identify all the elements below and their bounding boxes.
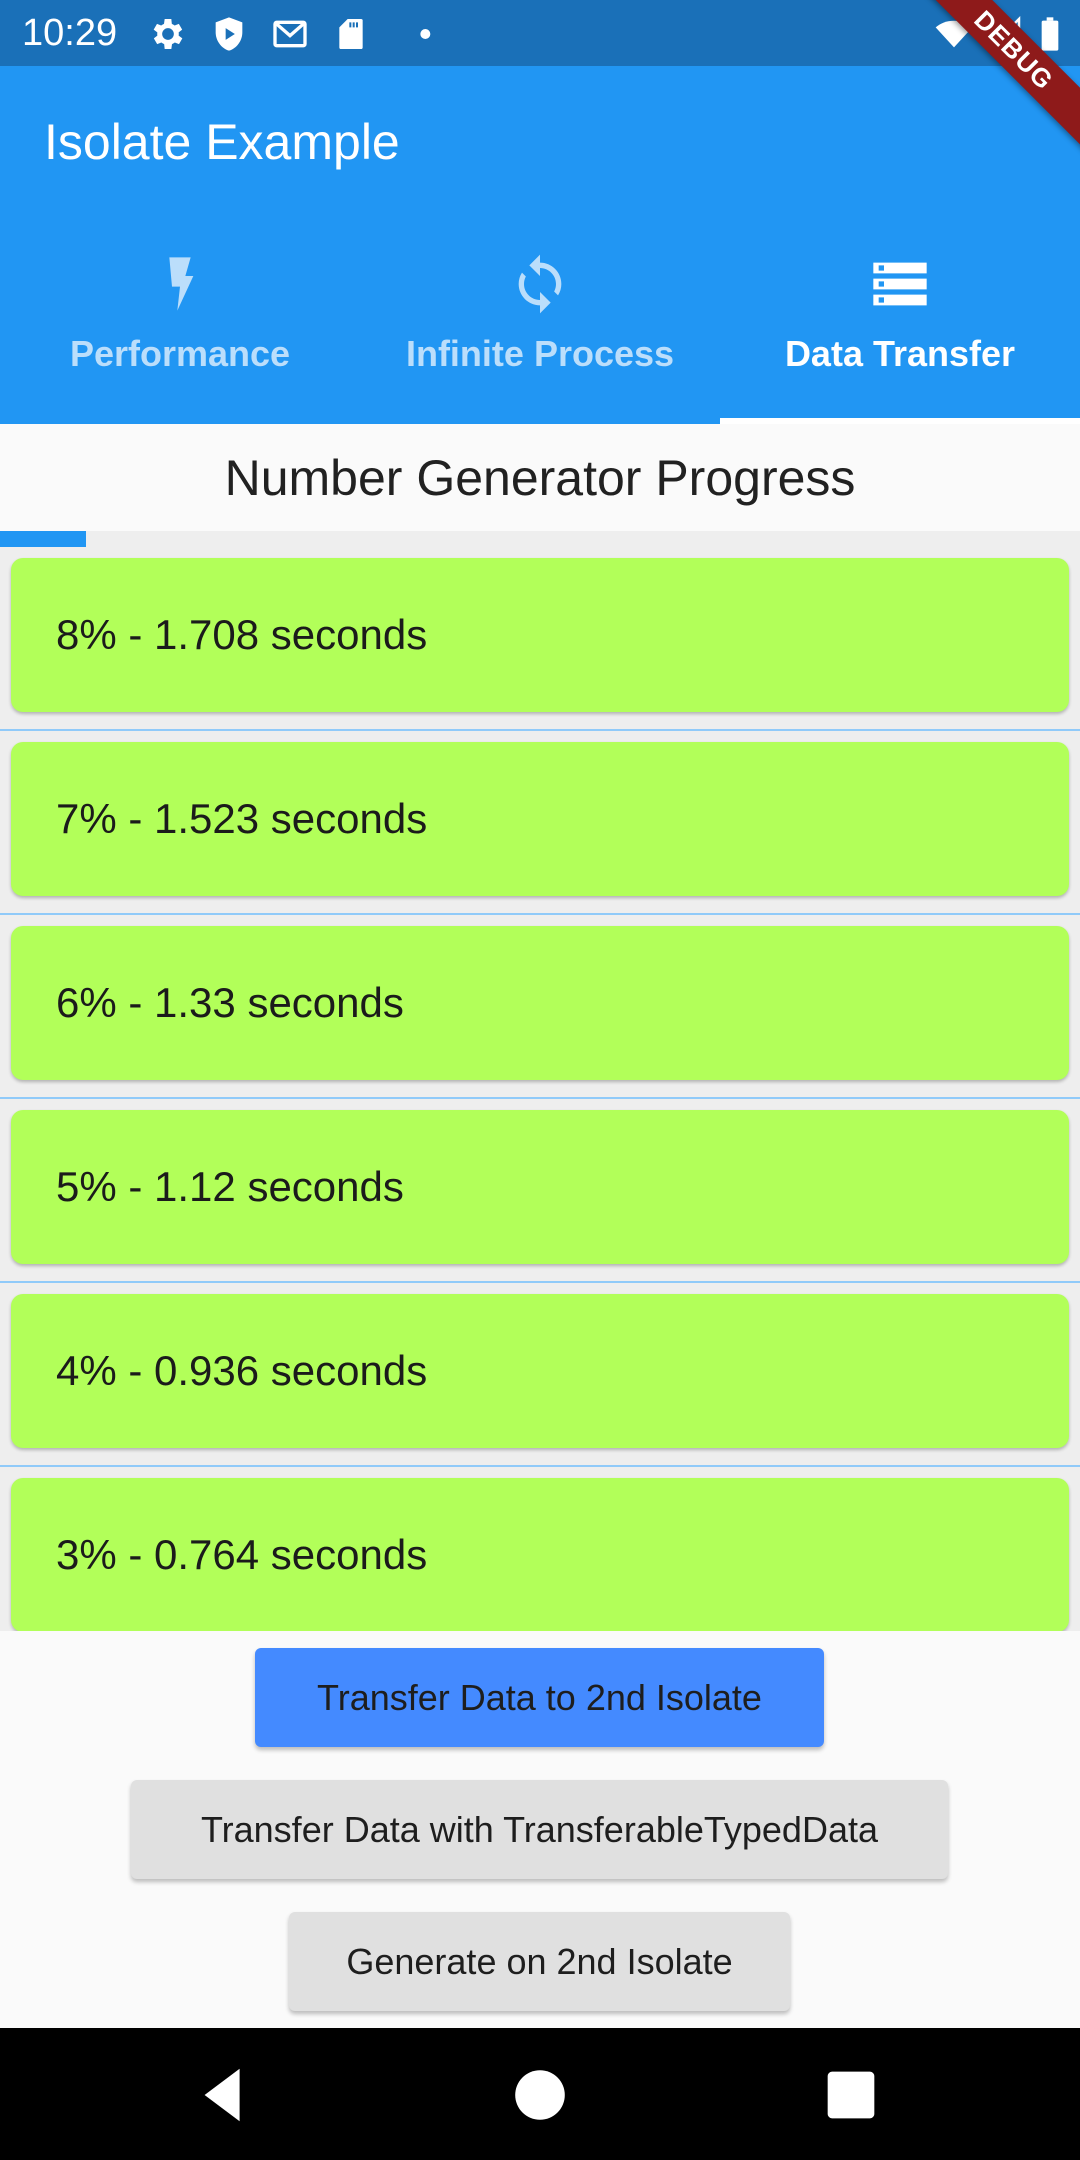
sync-icon [508,252,572,316]
list-item: 5% - 1.12 seconds [0,1099,1080,1283]
sd-card-icon [331,14,371,54]
tab-label: Infinite Process [405,333,675,374]
progress-fill [0,531,87,547]
list-item: 6% - 1.33 seconds [0,915,1080,1099]
list-item: 4% - 0.936 seconds [0,1283,1080,1467]
app-title: Isolate Example [44,114,400,170]
recents-icon[interactable] [816,2060,886,2130]
storage-icon [868,252,932,316]
transferable-typed-data-button[interactable]: Transfer Data with TransferableTypedData [131,1780,948,1879]
generate-on-isolate-button[interactable]: Generate on 2nd Isolate [289,1912,790,2011]
tab-infinite-process[interactable]: Infinite Process [360,230,720,424]
list-item: 7% - 1.523 seconds [0,731,1080,915]
result-card: 7% - 1.523 seconds [11,742,1069,896]
back-icon[interactable] [190,2060,260,2130]
navigation-bar [0,2028,1080,2160]
result-card: 8% - 1.708 seconds [11,558,1069,712]
tab-performance[interactable]: Performance [0,230,360,424]
tab-bar: Performance Infinite Process Data Transf… [0,230,1080,424]
result-card: 3% - 0.764 seconds [11,1478,1069,1631]
result-card: 4% - 0.936 seconds [11,1294,1069,1448]
list-item: 3% - 0.764 seconds [0,1467,1080,1631]
status-bar: 10:29 [0,0,1080,66]
flash-icon [148,252,212,316]
home-icon[interactable] [505,2060,575,2130]
progress-list[interactable]: 8% - 1.708 seconds 7% - 1.523 seconds 6%… [0,547,1080,1631]
gmail-icon [270,14,310,54]
tab-label: Data Transfer [784,333,1016,374]
progress-bar [0,531,1080,547]
transfer-data-button[interactable]: Transfer Data to 2nd Isolate [255,1648,824,1747]
page-title: Number Generator Progress [224,449,856,506]
result-card: 5% - 1.12 seconds [11,1110,1069,1264]
notification-dot-icon [392,14,432,54]
result-card: 6% - 1.33 seconds [11,926,1069,1080]
tab-data-transfer[interactable]: Data Transfer [720,230,1080,424]
status-time: 10:29 [22,12,118,54]
tab-label: Performance [69,333,291,374]
shield-play-icon [209,14,249,54]
app-bar: Isolate Example Performance Infinite Pro… [0,66,1080,424]
settings-icon [148,14,188,54]
list-item: 8% - 1.708 seconds [0,547,1080,731]
